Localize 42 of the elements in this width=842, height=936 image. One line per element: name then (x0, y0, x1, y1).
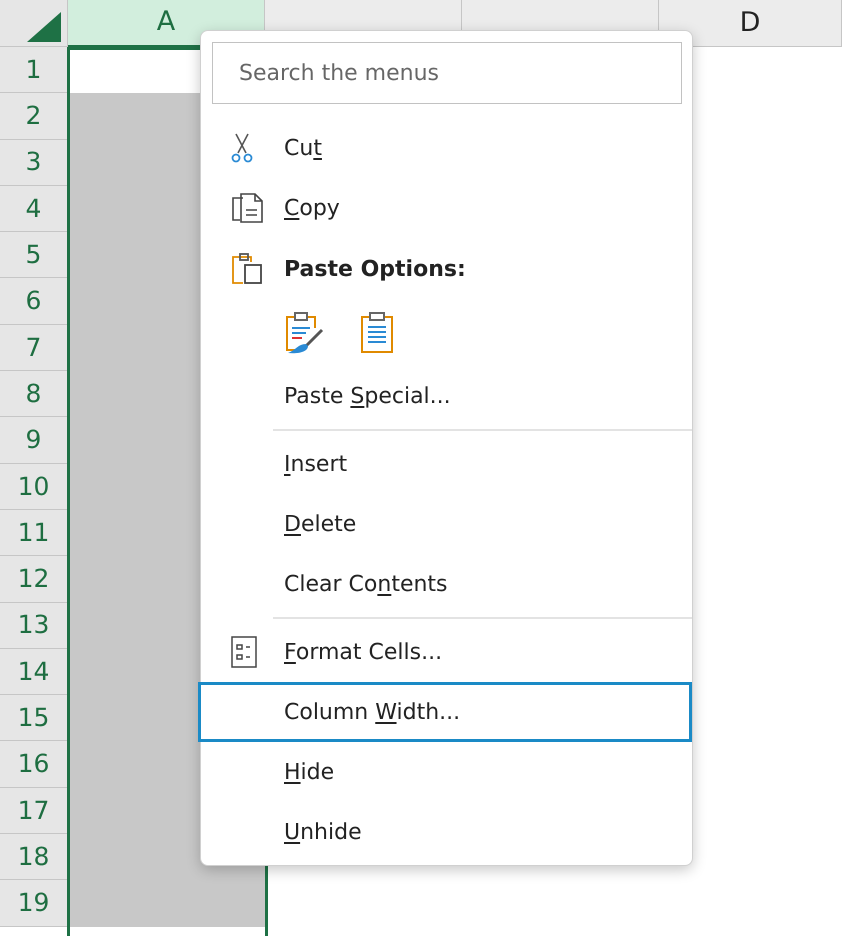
brush-clipboard-icon (284, 312, 324, 354)
row-header[interactable]: 12 (0, 556, 68, 603)
menu-item[interactable]: Unhide (201, 802, 692, 862)
column-header[interactable]: D (659, 0, 842, 47)
row-header[interactable]: 5 (0, 232, 68, 278)
menu-item[interactable]: Delete (201, 494, 692, 554)
triangle-icon (27, 12, 61, 42)
select-all-button[interactable] (0, 0, 68, 47)
search-field[interactable]: Search the menus (212, 42, 682, 104)
format-cells-icon (231, 636, 257, 668)
menu-item[interactable]: Copy (201, 178, 692, 238)
menu-item[interactable]: Format Cells... (201, 622, 692, 682)
row-header[interactable]: 9 (0, 417, 68, 464)
menu-item[interactable]: Insert (201, 434, 692, 494)
row-header[interactable]: 6 (0, 278, 68, 325)
section-heading: Paste Options: (284, 256, 466, 284)
row-header[interactable]: 3 (0, 140, 68, 186)
scissors-icon (231, 133, 253, 163)
menu-item[interactable]: Cut (201, 118, 692, 178)
row-header[interactable]: 10 (0, 464, 68, 510)
row-header[interactable]: 14 (0, 648, 68, 696)
row-header[interactable]: 13 (0, 602, 68, 649)
row-header[interactable]: 1 (0, 47, 68, 94)
clipboard-icon (360, 312, 394, 354)
row-header[interactable]: 2 (0, 93, 68, 140)
paste-button[interactable] (360, 312, 394, 354)
row-header[interactable]: 15 (0, 695, 68, 742)
row-header[interactable]: 18 (0, 834, 68, 880)
row-header[interactable]: 16 (0, 741, 68, 788)
row-header[interactable]: 8 (0, 371, 68, 418)
row-header[interactable]: 7 (0, 324, 68, 372)
row-header[interactable]: 4 (0, 186, 68, 232)
menu-item[interactable]: Clear Contents (201, 554, 692, 614)
menu-item[interactable]: Paste Special... (201, 366, 692, 426)
copy-icon (231, 193, 265, 223)
menu-item[interactable]: Hide (201, 742, 692, 802)
paste-icon (231, 253, 263, 285)
menu-item[interactable]: Column Width... (198, 682, 692, 742)
row-header[interactable]: 17 (0, 788, 68, 834)
row-header[interactable]: 11 (0, 510, 68, 556)
row-header[interactable]: 19 (0, 880, 68, 927)
paste-format-button[interactable] (284, 312, 324, 354)
